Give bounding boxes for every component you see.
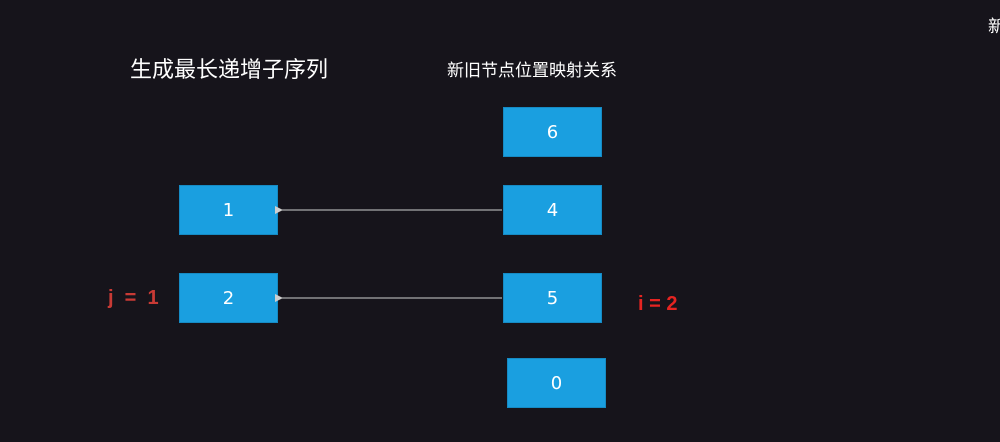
- mapping-box-1: 6: [503, 107, 602, 157]
- sequence-box-2: 2: [179, 273, 278, 323]
- mapping-box-2: 4: [503, 185, 602, 235]
- mapping-box-3: 5: [503, 273, 602, 323]
- corner-text: 新: [988, 17, 1000, 37]
- j-pointer-label: j = 1: [108, 287, 159, 309]
- sequence-box-1: 1: [179, 185, 278, 235]
- i-pointer-label: i = 2: [638, 293, 678, 315]
- sequence-title: 生成最长递增子序列: [130, 58, 329, 83]
- mapping-box-4: 0: [507, 358, 606, 408]
- mapping-title: 新旧节点位置映射关系: [447, 61, 617, 81]
